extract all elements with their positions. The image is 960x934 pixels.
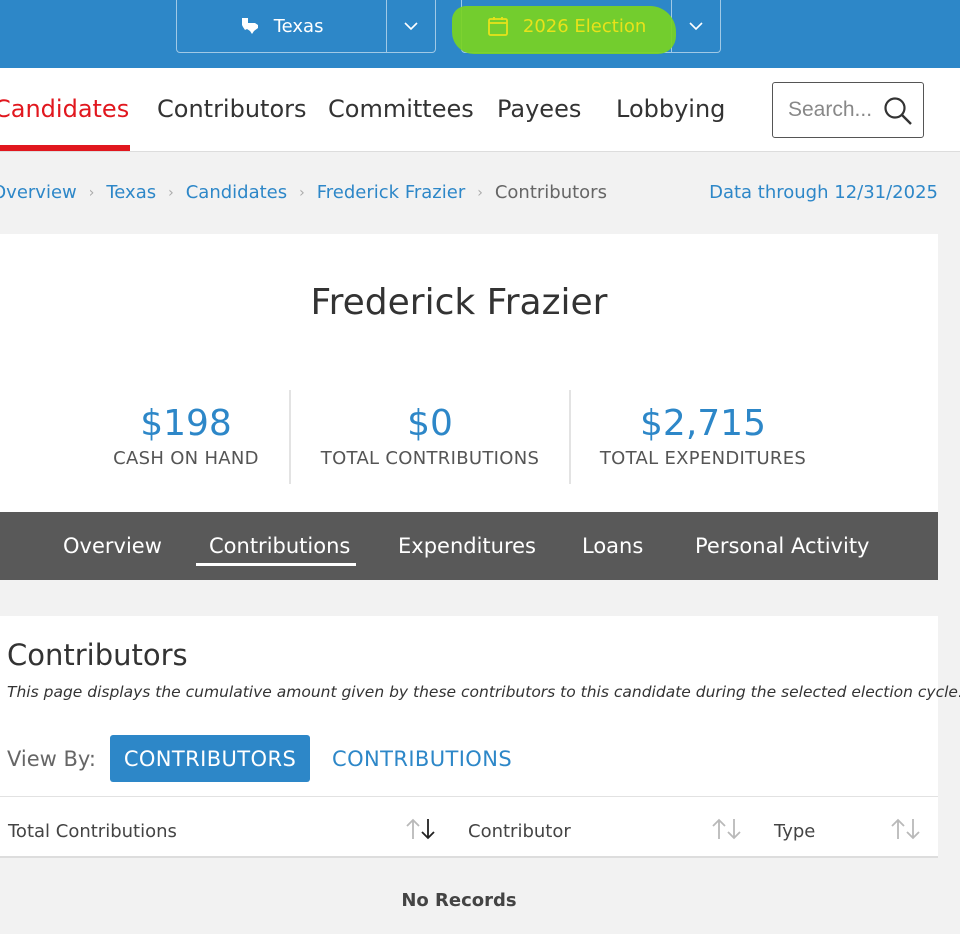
section-description: This page displays the cumulative amount… <box>7 683 960 701</box>
breadcrumb-separator-icon: › <box>477 184 483 201</box>
contributors-panel: Contributors This page displays the cumu… <box>0 616 960 934</box>
stat-divider <box>289 390 291 484</box>
tab-overview[interactable]: Overview <box>63 534 162 558</box>
table-body: No Records <box>0 858 938 934</box>
nav-active-underline <box>0 145 130 151</box>
stat-label: TOTAL EXPENDITURES <box>599 448 807 469</box>
tab-loans[interactable]: Loans <box>582 534 643 558</box>
candidate-card: Frederick Frazier $198 CASH ON HAND $0 T… <box>0 234 938 512</box>
section-title: Contributors <box>7 638 188 672</box>
breadcrumb-current: Contributors <box>494 182 607 203</box>
breadcrumb-candidate[interactable]: Frederick Frazier <box>317 182 465 203</box>
breadcrumb-overview[interactable]: Overview <box>0 182 77 203</box>
stat-total-expenditures: $2,715 TOTAL EXPENDITURES <box>588 402 818 469</box>
tab-active-underline <box>196 563 356 566</box>
state-label: Texas <box>273 15 324 37</box>
stat-divider <box>569 390 571 484</box>
chevron-down-icon <box>404 21 418 30</box>
candidate-tabs: Overview Contributions Expenditures Loan… <box>0 512 938 580</box>
search-box[interactable] <box>772 82 924 138</box>
nav-contributors[interactable]: Contributors <box>157 95 307 123</box>
state-selector[interactable]: Texas <box>176 0 436 53</box>
sort-arrows-icon[interactable] <box>889 817 923 841</box>
nav-lobbying[interactable]: Lobbying <box>616 95 725 123</box>
tab-contributions[interactable]: Contributions <box>209 534 350 558</box>
calendar-icon <box>488 17 508 36</box>
stat-value: $0 <box>407 403 453 444</box>
stat-label: TOTAL CONTRIBUTIONS <box>320 448 540 469</box>
stat-cash-on-hand: $198 CASH ON HAND <box>86 402 286 469</box>
stat-label: CASH ON HAND <box>113 448 259 469</box>
election-dropdown-toggle[interactable] <box>671 0 720 52</box>
empty-state-message: No Records <box>401 890 517 911</box>
breadcrumb-separator-icon: › <box>299 184 305 201</box>
search-input[interactable] <box>788 98 880 122</box>
candidate-name: Frederick Frazier <box>310 282 608 323</box>
breadcrumb-separator-icon: › <box>88 184 95 201</box>
primary-nav: Candidates Contributors Committees Payee… <box>0 68 960 152</box>
search-icon[interactable] <box>883 96 913 126</box>
column-total-contributions[interactable]: Total Contributions <box>8 821 177 842</box>
nav-committees[interactable]: Committees <box>328 95 474 123</box>
tab-expenditures[interactable]: Expenditures <box>398 534 536 558</box>
state-selector-main[interactable]: Texas <box>177 0 386 52</box>
texas-shape-icon <box>241 18 258 34</box>
election-selector[interactable]: 2026 Election <box>452 0 721 54</box>
election-selector-main[interactable]: 2026 Election <box>452 0 676 54</box>
breadcrumb-candidates[interactable]: Candidates <box>186 182 287 203</box>
data-through-date: Data through 12/31/2025 <box>709 182 938 203</box>
breadcrumb-separator-icon: › <box>168 184 174 201</box>
election-label: 2026 Election <box>522 15 647 37</box>
column-type[interactable]: Type <box>774 821 815 842</box>
table-header: Total Contributions Contributor Type <box>0 796 938 858</box>
stat-value: $198 <box>140 403 232 444</box>
state-dropdown-toggle[interactable] <box>386 0 435 52</box>
breadcrumb-texas[interactable]: Texas <box>106 182 156 203</box>
view-contributions-button[interactable]: CONTRIBUTIONS <box>332 747 512 771</box>
breadcrumb: Overview › Texas › Candidates › Frederic… <box>0 182 607 203</box>
stat-total-contributions: $0 TOTAL CONTRIBUTIONS <box>310 402 550 469</box>
tab-personal-activity[interactable]: Personal Activity <box>695 534 869 558</box>
view-contributors-button[interactable]: CONTRIBUTORS <box>110 735 310 782</box>
view-by-label: View By: <box>7 747 96 771</box>
column-contributor[interactable]: Contributor <box>468 821 571 842</box>
nav-candidates[interactable]: Candidates <box>0 95 129 123</box>
stat-value: $2,715 <box>640 403 766 444</box>
chevron-down-icon <box>689 21 703 30</box>
sort-arrows-icon[interactable] <box>404 817 438 841</box>
nav-payees[interactable]: Payees <box>497 95 581 123</box>
sort-arrows-icon[interactable] <box>710 817 744 841</box>
top-bar: Texas 2026 Election <box>0 0 960 68</box>
